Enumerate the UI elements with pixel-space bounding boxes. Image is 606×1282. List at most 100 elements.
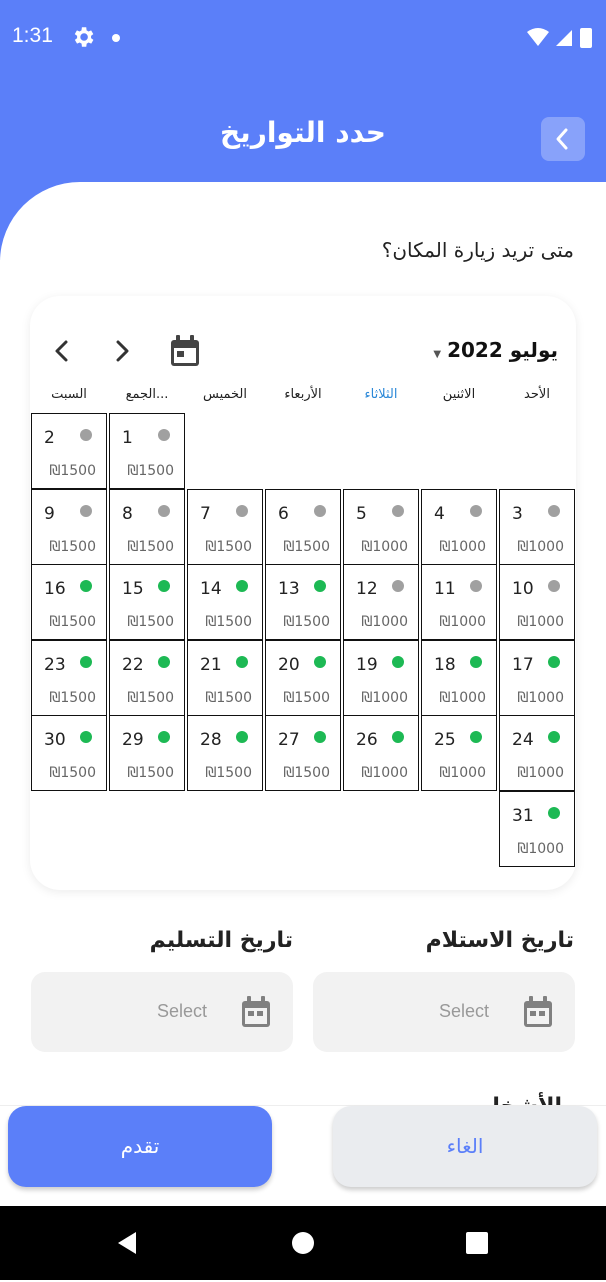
day-number: 25 bbox=[434, 730, 456, 750]
calendar-day[interactable]: 2 ₪1500 bbox=[31, 413, 107, 489]
calendar-day[interactable]: 18 ₪1000 bbox=[421, 639, 497, 716]
day-price: ₪1500 bbox=[127, 538, 174, 555]
calendar-icon[interactable] bbox=[168, 334, 202, 368]
available-dot-icon bbox=[548, 806, 560, 819]
calendar-day[interactable]: 29 ₪1500 bbox=[109, 715, 185, 791]
day-price: ₪1500 bbox=[283, 538, 330, 555]
weekday-header: الاثنين bbox=[442, 387, 476, 402]
day-price: ₪1500 bbox=[127, 614, 174, 630]
month-selector[interactable]: يوليو 2022 ▼ bbox=[433, 338, 558, 362]
unavailable-dot-icon bbox=[158, 504, 170, 517]
available-dot-icon bbox=[80, 580, 92, 592]
calendar-day[interactable]: 26 ₪1000 bbox=[343, 715, 419, 791]
cancel-button[interactable]: الغاء bbox=[333, 1106, 597, 1187]
day-number: 22 bbox=[122, 654, 144, 675]
next-month-icon[interactable] bbox=[110, 336, 134, 366]
day-price: ₪1000 bbox=[361, 614, 408, 630]
day-price: ₪1500 bbox=[127, 689, 174, 706]
available-dot-icon bbox=[548, 731, 560, 743]
calendar-day[interactable]: 24 ₪1000 bbox=[499, 715, 575, 791]
calendar-icon bbox=[524, 996, 552, 1027]
weekday-header: الأحد bbox=[524, 387, 550, 402]
available-dot-icon bbox=[236, 655, 248, 668]
day-price: ₪1500 bbox=[49, 765, 96, 781]
day-price: ₪1000 bbox=[517, 689, 564, 706]
day-number: 15 bbox=[122, 579, 144, 599]
checkin-label: تاريخ الاستلام bbox=[425, 928, 574, 953]
calendar-day[interactable]: 8 ₪1500 bbox=[109, 488, 185, 565]
calendar-day[interactable]: 16 ₪1500 bbox=[31, 564, 107, 640]
unavailable-dot-icon bbox=[470, 504, 482, 517]
calendar-day[interactable]: 19 ₪1000 bbox=[343, 639, 419, 716]
unavailable-dot-icon bbox=[314, 504, 326, 517]
calendar-day[interactable]: 12 ₪1000 bbox=[343, 564, 419, 640]
visit-question: متى تريد زيارة المكان؟ bbox=[381, 238, 574, 262]
calendar-day[interactable]: 6 ₪1500 bbox=[265, 488, 341, 565]
day-number: 4 bbox=[434, 503, 445, 524]
day-number: 30 bbox=[44, 730, 66, 750]
unavailable-dot-icon bbox=[548, 580, 560, 592]
proceed-button[interactable]: تقدم bbox=[8, 1106, 272, 1187]
calendar-day[interactable]: 27 ₪1500 bbox=[265, 715, 341, 791]
available-dot-icon bbox=[470, 731, 482, 743]
unavailable-dot-icon bbox=[158, 429, 170, 441]
calendar-day[interactable]: 23 ₪1500 bbox=[31, 639, 107, 716]
status-time: 1:31 bbox=[12, 24, 53, 47]
system-nav-bar bbox=[0, 1206, 606, 1280]
calendar-day[interactable]: 3 ₪1000 bbox=[499, 488, 575, 565]
calendar-day[interactable]: 14 ₪1500 bbox=[187, 564, 263, 640]
day-number: 12 bbox=[356, 579, 378, 599]
day-number: 11 bbox=[434, 579, 456, 599]
calendar-day[interactable]: 25 ₪1000 bbox=[421, 715, 497, 791]
available-dot-icon bbox=[392, 655, 404, 668]
available-dot-icon bbox=[236, 731, 248, 743]
day-price: ₪1000 bbox=[517, 538, 564, 555]
checkout-field[interactable]: Select bbox=[31, 972, 293, 1052]
previous-month-icon[interactable] bbox=[50, 336, 74, 366]
day-price: ₪1000 bbox=[517, 765, 564, 781]
home-nav-icon[interactable] bbox=[291, 1231, 315, 1255]
calendar-day[interactable]: 1 ₪1500 bbox=[109, 413, 185, 489]
calendar-day[interactable]: 22 ₪1500 bbox=[109, 639, 185, 716]
calendar-day[interactable]: 17 ₪1000 bbox=[499, 639, 575, 716]
calendar-day[interactable]: 21 ₪1500 bbox=[187, 639, 263, 716]
unavailable-dot-icon bbox=[80, 429, 92, 441]
calendar-day[interactable]: 4 ₪1000 bbox=[421, 488, 497, 565]
day-price: ₪1000 bbox=[439, 765, 486, 781]
calendar-day[interactable]: 13 ₪1500 bbox=[265, 564, 341, 640]
calendar-day[interactable]: 28 ₪1500 bbox=[187, 715, 263, 791]
calendar-day[interactable]: 7 ₪1500 bbox=[187, 488, 263, 565]
day-price: ₪1500 bbox=[205, 614, 252, 630]
day-price: ₪1500 bbox=[49, 689, 96, 706]
day-number: 29 bbox=[122, 730, 144, 750]
calendar-day[interactable]: 5 ₪1000 bbox=[343, 488, 419, 565]
day-number: 17 bbox=[512, 654, 534, 675]
calendar-day[interactable]: 15 ₪1500 bbox=[109, 564, 185, 640]
calendar-day[interactable]: 20 ₪1500 bbox=[265, 639, 341, 716]
signal-battery-icons bbox=[527, 28, 592, 48]
day-number: 10 bbox=[512, 579, 534, 599]
back-button[interactable] bbox=[541, 117, 585, 161]
recents-nav-icon[interactable] bbox=[466, 1232, 488, 1254]
calendar-day[interactable]: 9 ₪1500 bbox=[31, 488, 107, 565]
calendar-day[interactable]: 30 ₪1500 bbox=[31, 715, 107, 791]
day-price: ₪1500 bbox=[127, 463, 174, 479]
month-label: يوليو 2022 bbox=[447, 338, 558, 362]
checkout-label: تاريخ التسليم bbox=[149, 928, 293, 953]
day-price: ₪1500 bbox=[127, 765, 174, 781]
day-price: ₪1000 bbox=[361, 765, 408, 781]
day-price: ₪1000 bbox=[517, 614, 564, 630]
available-dot-icon bbox=[80, 655, 92, 668]
back-nav-icon[interactable] bbox=[114, 1230, 140, 1256]
day-price: ₪1000 bbox=[439, 614, 486, 630]
calendar-day[interactable]: 31 ₪1000 bbox=[499, 790, 575, 867]
unavailable-dot-icon bbox=[392, 504, 404, 517]
unavailable-dot-icon bbox=[548, 504, 560, 517]
checkin-field[interactable]: Select bbox=[313, 972, 575, 1052]
day-number: 3 bbox=[512, 503, 523, 524]
checkin-placeholder: Select bbox=[439, 1001, 490, 1021]
calendar-day[interactable]: 10 ₪1000 bbox=[499, 564, 575, 640]
day-price: ₪1500 bbox=[205, 538, 252, 555]
day-number: 6 bbox=[278, 503, 289, 524]
calendar-day[interactable]: 11 ₪1000 bbox=[421, 564, 497, 640]
